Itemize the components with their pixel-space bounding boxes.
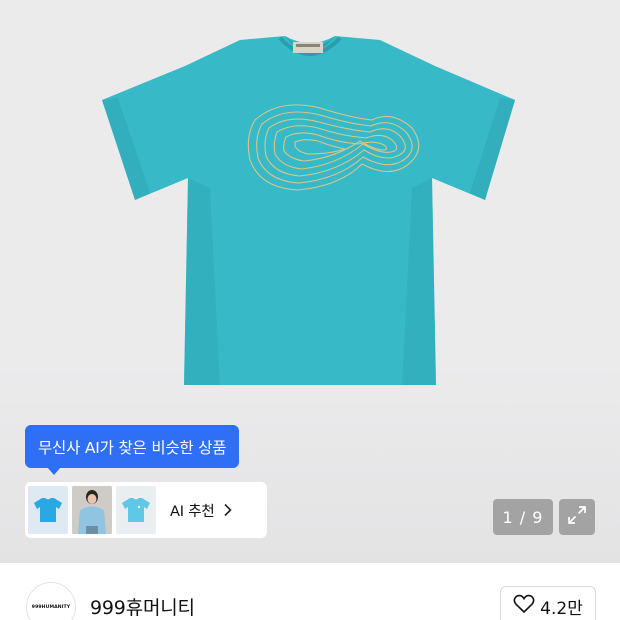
- ai-recommend-card[interactable]: AI 추천: [25, 482, 267, 538]
- model-photo-thumbnail[interactable]: [72, 486, 112, 534]
- page-indicator-text: 1 / 9: [502, 507, 544, 527]
- ai-similar-tooltip-text: 무신사 AI가 찾은 비슷한 상품: [38, 438, 227, 457]
- brand-name[interactable]: 999휴머니티: [90, 593, 195, 620]
- expand-icon: [566, 504, 588, 530]
- brand-logo[interactable]: 999HUMANITY: [26, 582, 76, 620]
- ai-recommend-label: AI 추천: [170, 503, 215, 520]
- ai-similar-tooltip[interactable]: 무신사 AI가 찾은 비슷한 상품: [25, 425, 240, 475]
- expand-image-button[interactable]: [559, 499, 595, 535]
- product-image-viewer[interactable]: 무신사 AI가 찾은 비슷한 상품 AI 추천 1 / 9: [0, 0, 620, 563]
- brand-logo-text: 999HUMANITY: [31, 604, 71, 610]
- light-blue-tshirt-thumbnail[interactable]: [116, 486, 156, 534]
- heart-icon: [513, 594, 535, 618]
- product-image[interactable]: [90, 28, 530, 393]
- blue-tshirt-thumbnail[interactable]: [28, 486, 68, 534]
- like-count: 4.2만: [540, 598, 583, 619]
- chevron-right-icon: [223, 503, 237, 517]
- like-button[interactable]: 4.2만: [500, 586, 596, 620]
- brand-bar: 999HUMANITY 999휴머니티 4.2만: [0, 563, 620, 620]
- image-page-indicator: 1 / 9: [493, 499, 553, 535]
